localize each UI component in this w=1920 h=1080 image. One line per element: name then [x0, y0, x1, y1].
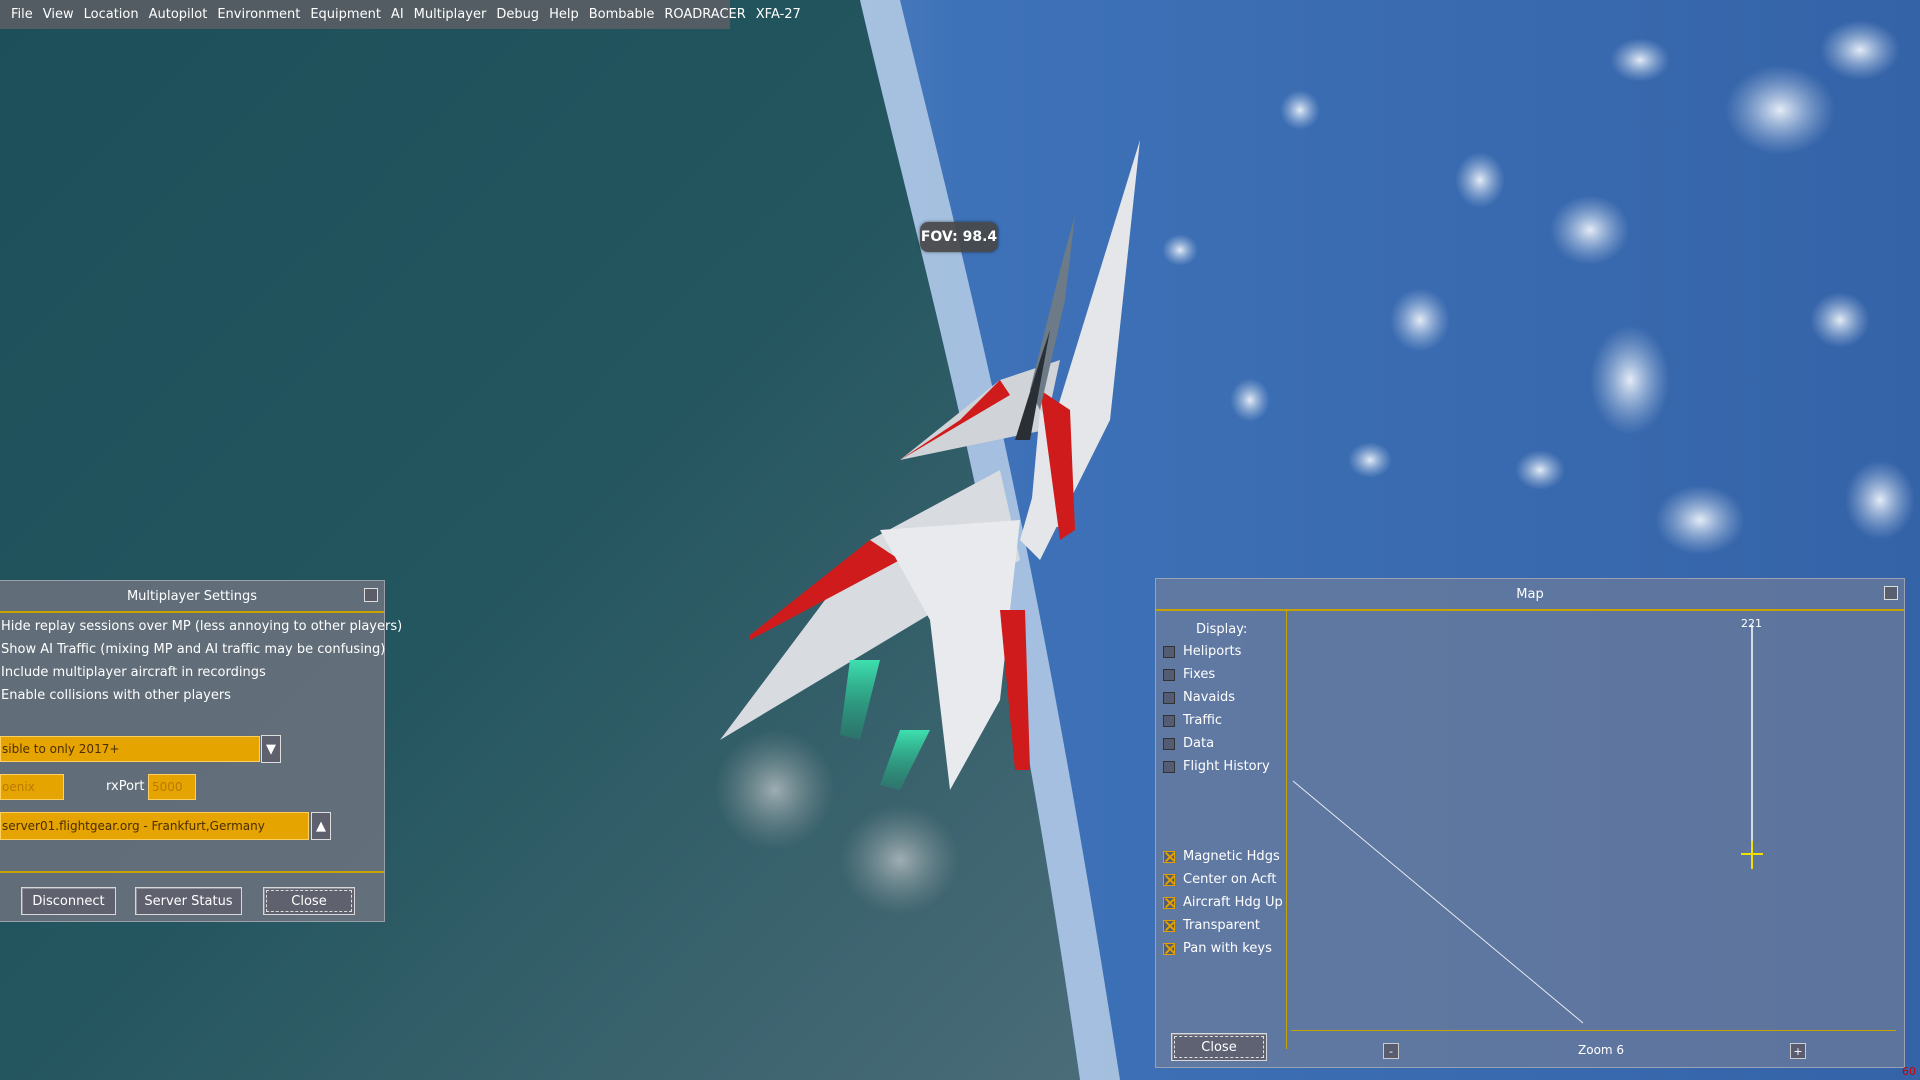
checkbox-label: Traffic	[1183, 713, 1223, 728]
checkbox-fixes[interactable]: Fixes	[1163, 667, 1215, 682]
zoom-out-button[interactable]: -	[1383, 1043, 1399, 1059]
aircraft-position-cross-icon	[1741, 841, 1763, 869]
checkbox-icon[interactable]	[1163, 760, 1175, 773]
menu-roadracer[interactable]: ROADRACER	[659, 7, 750, 22]
multiplayer-settings-dialog: Multiplayer Settings Hide replay session…	[0, 580, 402, 922]
checkbox-data[interactable]: Data	[1163, 736, 1214, 751]
menu-ai[interactable]: AI	[386, 7, 409, 22]
menu-bombable[interactable]: Bombable	[584, 7, 660, 22]
map-panel-divider	[1286, 611, 1287, 1049]
checkbox-navaids[interactable]: Navaids	[1163, 690, 1235, 705]
checkbox-label: Heliports	[1183, 644, 1242, 659]
checkbox-center-on-acft[interactable]: Center on Acft	[1163, 872, 1276, 887]
checkbox-label: Data	[1183, 736, 1215, 751]
checkbox-magnetic-hdgs[interactable]: Magnetic Hdgs	[1163, 849, 1280, 864]
menu-xfa27[interactable]: XFA-27	[751, 7, 806, 22]
checkbox-traffic[interactable]: Traffic	[1163, 713, 1222, 728]
map-canvas[interactable]	[1288, 611, 1898, 1031]
checkbox-icon[interactable]	[1163, 645, 1175, 658]
checkbox-aircraft-hdg-up[interactable]: Aircraft Hdg Up	[1163, 895, 1283, 910]
menu-autopilot[interactable]: Autopilot	[144, 7, 213, 22]
disconnect-button[interactable]: Disconnect	[21, 887, 116, 915]
checkbox-label: Center on Acft	[1183, 872, 1277, 887]
checkbox-heliports[interactable]: Heliports	[1163, 644, 1241, 659]
display-label: Display:	[1196, 622, 1248, 637]
checkbox-icon[interactable]	[1163, 737, 1175, 750]
checkbox-flight-history[interactable]: Flight History	[1163, 759, 1270, 774]
dropdown-arrow-icon[interactable]: ▼	[261, 735, 281, 763]
menu-file[interactable]: File	[6, 7, 38, 22]
menu-environment[interactable]: Environment	[212, 7, 305, 22]
map-bottom-divider	[1291, 1030, 1896, 1031]
checkbox-transparent[interactable]: Transparent	[1163, 918, 1260, 933]
mp-title-bar[interactable]: Multiplayer Settings	[0, 581, 384, 613]
checkbox-checked-icon[interactable]	[1163, 896, 1175, 909]
map-title-bar[interactable]: Map	[1156, 579, 1904, 611]
checkbox-label: Pan with keys	[1183, 941, 1272, 956]
flight-track-line	[1292, 780, 1584, 1024]
option-show-ai-traffic[interactable]: Show AI Traffic (mixing MP and AI traffi…	[1, 642, 385, 657]
visibility-select[interactable]: sible to only 2017+	[0, 736, 260, 762]
map-dialog: Map Display: Heliports Fixes Navaids Tra…	[1155, 578, 1905, 1068]
menu-multiplayer[interactable]: Multiplayer	[409, 7, 492, 22]
callsign-input[interactable]: oenix	[0, 774, 64, 800]
map-close-button[interactable]: Close	[1171, 1033, 1267, 1061]
option-include-mp-recordings[interactable]: Include multiplayer aircraft in recordin…	[1, 665, 266, 680]
checkbox-icon[interactable]	[1163, 691, 1175, 704]
checkbox-label: Fixes	[1183, 667, 1216, 682]
rxport-label: rxPort	[106, 779, 145, 794]
checkbox-label: Transparent	[1183, 918, 1260, 933]
close-box-icon[interactable]	[1884, 586, 1898, 600]
mp-dialog-title: Multiplayer Settings	[126, 588, 258, 604]
close-button[interactable]: Close	[263, 887, 355, 915]
server-select[interactable]: server01.flightgear.org - Frankfurt,Germ…	[0, 812, 309, 840]
fov-indicator: FOV: 98.4	[920, 222, 998, 252]
zoom-label: Zoom 6	[1578, 1043, 1625, 1057]
zoom-in-button[interactable]: +	[1790, 1043, 1806, 1059]
checkbox-icon[interactable]	[1163, 714, 1175, 727]
heading-label: 221	[1741, 617, 1762, 630]
checkbox-icon[interactable]	[1163, 668, 1175, 681]
menu-location[interactable]: Location	[79, 7, 144, 22]
checkbox-checked-icon[interactable]	[1163, 873, 1175, 886]
menu-equipment[interactable]: Equipment	[305, 7, 386, 22]
checkbox-label: Flight History	[1183, 759, 1270, 774]
divider	[0, 871, 384, 873]
menu-bar: File View Location Autopilot Environment…	[0, 0, 801, 29]
menu-help[interactable]: Help	[544, 7, 584, 22]
checkbox-label: Aircraft Hdg Up	[1183, 895, 1283, 910]
map-dialog-title: Map	[1516, 586, 1544, 602]
checkbox-label: Magnetic Hdgs	[1183, 849, 1280, 864]
menu-debug[interactable]: Debug	[491, 7, 544, 22]
checkbox-checked-icon[interactable]	[1163, 850, 1175, 863]
fps-counter: 60	[1902, 1065, 1916, 1078]
server-status-button[interactable]: Server Status	[135, 887, 242, 915]
checkbox-label: Navaids	[1183, 690, 1235, 705]
close-box-icon[interactable]	[364, 588, 378, 602]
checkbox-pan-with-keys[interactable]: Pan with keys	[1163, 941, 1272, 956]
option-enable-collisions[interactable]: Enable collisions with other players	[1, 688, 231, 703]
checkbox-checked-icon[interactable]	[1163, 942, 1175, 955]
option-hide-replay[interactable]: Hide replay sessions over MP (less annoy…	[1, 619, 402, 634]
menu-view[interactable]: View	[38, 7, 79, 22]
checkbox-checked-icon[interactable]	[1163, 919, 1175, 932]
rxport-input[interactable]: 5000	[148, 774, 196, 800]
dropup-arrow-icon[interactable]: ▲	[311, 812, 331, 840]
